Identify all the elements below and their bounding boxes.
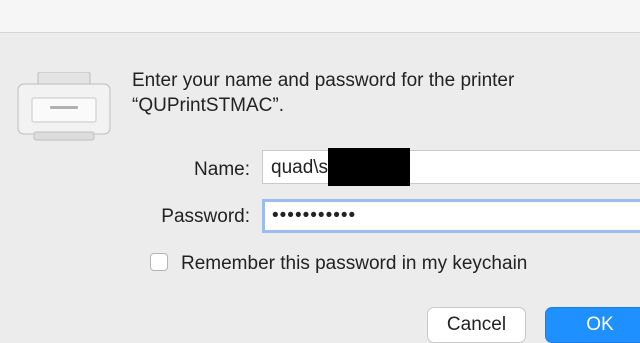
remember-checkbox[interactable]: [150, 253, 168, 271]
redaction-box: [328, 148, 410, 186]
dialog-titlebar: [0, 0, 640, 33]
dialog-message: Enter your name and password for the pri…: [132, 70, 515, 116]
printer-icon: [17, 72, 111, 141]
cancel-button[interactable]: Cancel: [427, 307, 526, 343]
password-field[interactable]: •••••••••••: [262, 199, 640, 233]
password-label: Password:: [161, 206, 250, 227]
ok-button[interactable]: OK: [545, 307, 640, 343]
remember-label: Remember this password in my keychain: [181, 253, 528, 274]
name-label: Name:: [194, 159, 250, 180]
name-field[interactable]: quad\s: [262, 150, 640, 184]
